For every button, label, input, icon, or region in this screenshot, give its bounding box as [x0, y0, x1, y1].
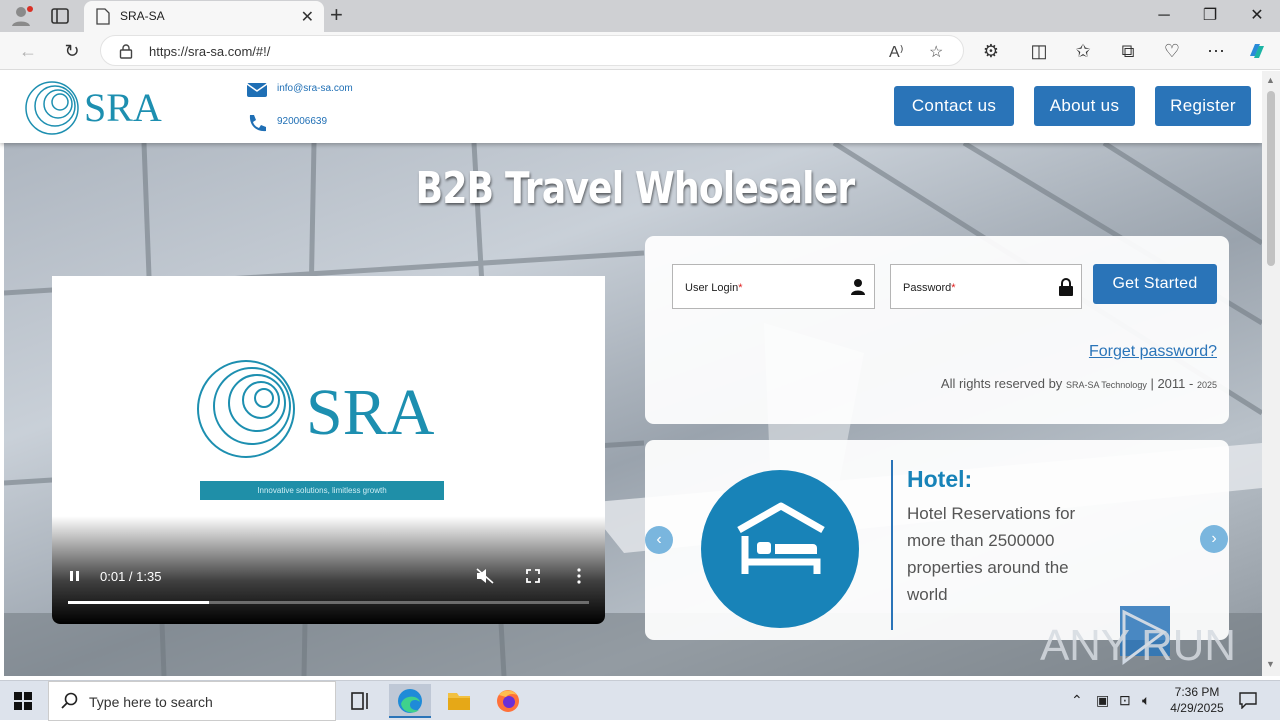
read-aloud-icon[interactable]: A⁾	[889, 42, 904, 62]
lock-icon[interactable]	[119, 43, 133, 59]
user-login-label: User Login*	[685, 282, 743, 294]
carousel-prev-arrow-icon[interactable]: ‹	[645, 526, 673, 554]
padlock-icon	[1059, 278, 1073, 296]
more-menu-icon[interactable]: ⋯	[1205, 40, 1227, 62]
video-progress-bar[interactable]	[68, 601, 589, 604]
clock-time: 7:36 PM	[1174, 685, 1220, 699]
register-button[interactable]: Register	[1155, 86, 1251, 126]
performance-icon[interactable]: ♡	[1161, 40, 1183, 62]
video-tagline: Innovative solutions, limitless growth	[200, 481, 444, 500]
url-field[interactable]: https://sra-sa.com/#!/ A⁾ ☆	[100, 35, 964, 66]
forget-password-link[interactable]: Forget password?	[1089, 343, 1217, 361]
login-card: User Login* Password* Get Started Forget…	[645, 236, 1229, 424]
hotel-bed-icon	[737, 502, 825, 574]
phone-text[interactable]: 920006639	[277, 116, 327, 127]
hero-title: B2B Travel Wholesaler	[415, 163, 856, 214]
page-icon	[96, 8, 110, 25]
favorites-icon[interactable]: ✩	[1072, 40, 1094, 62]
address-bar: ← ↻ https://sra-sa.com/#!/ A⁾ ☆ ⚙ ◫ ✩ ⧉ …	[0, 32, 1280, 70]
carousel-next-arrow-icon[interactable]: ›	[1200, 525, 1228, 553]
tab-actions-icon[interactable]	[50, 7, 70, 25]
password-field[interactable]: Password*	[890, 264, 1082, 309]
promo-video-player[interactable]: SRA Innovative solutions, limitless grow…	[52, 276, 605, 624]
web-page: SRA info@sra-sa.com 920006639 Contact us…	[0, 71, 1262, 676]
back-icon[interactable]: ←	[17, 40, 39, 62]
svg-text:SRA: SRA	[84, 85, 162, 130]
taskbar-edge-app[interactable]	[389, 684, 431, 718]
sra-logo[interactable]: SRA	[22, 77, 172, 139]
video-more-icon[interactable]	[576, 568, 582, 584]
favorite-star-icon[interactable]: ☆	[929, 42, 943, 62]
envelope-icon	[246, 83, 268, 97]
refresh-icon[interactable]: ↻	[61, 40, 83, 62]
anyrun-watermark: ANY RUN	[1040, 606, 1236, 668]
restore-icon[interactable]: ❐	[1187, 4, 1233, 28]
hotel-icon-circle	[701, 470, 859, 628]
hero-section: B2B Travel Wholesaler SRA Innovative sol…	[4, 143, 1262, 676]
volume-icon[interactable]: 🔈︎	[1142, 692, 1150, 709]
task-view-icon[interactable]	[340, 684, 382, 718]
service-divider	[891, 460, 893, 630]
profile-icon[interactable]	[10, 5, 34, 27]
split-screen-icon[interactable]: ◫	[1028, 40, 1050, 62]
password-label: Password*	[903, 282, 956, 294]
windows-taskbar: Type here to search ⌃ ▣ ⊡ 🔈︎ 7:36 PM 4/2…	[0, 680, 1280, 721]
tray-overflow-icon[interactable]: ⌃	[1071, 692, 1083, 709]
fullscreen-icon[interactable]	[526, 569, 540, 583]
search-placeholder: Type here to search	[89, 694, 213, 710]
service-title: Hotel:	[907, 466, 973, 492]
site-header: SRA info@sra-sa.com 920006639 Contact us…	[0, 71, 1262, 143]
contact-us-button[interactable]: Contact us	[894, 86, 1014, 126]
svg-text:SRA: SRA	[306, 376, 435, 449]
tab-sra-sa[interactable]: SRA-SA ✕	[84, 1, 324, 32]
url-text: https://sra-sa.com/#!/	[149, 44, 271, 59]
tab-title: SRA-SA	[120, 9, 165, 23]
svg-text:ANY RUN: ANY RUN	[1040, 621, 1236, 668]
copilot-icon[interactable]	[1246, 40, 1268, 62]
user-login-field[interactable]: User Login*	[672, 264, 875, 309]
browser-titlebar: SRA-SA ✕ + ─ ❐ ✕	[0, 0, 1280, 32]
email-text[interactable]: info@sra-sa.com	[277, 83, 353, 94]
tab-close-icon[interactable]: ✕	[301, 7, 314, 27]
phone-icon	[249, 115, 266, 132]
taskbar-clock[interactable]: 7:36 PM 4/29/2025	[1162, 684, 1232, 716]
extensions-icon[interactable]: ⚙	[980, 40, 1002, 62]
muted-icon[interactable]	[476, 568, 494, 584]
network-icon[interactable]: ⊡	[1119, 692, 1131, 709]
taskbar-search-box[interactable]: Type here to search	[48, 681, 336, 721]
copyright-text: All rights reserved by SRA-SA Technology…	[940, 376, 1217, 391]
tray-device-icon[interactable]: ▣	[1096, 692, 1109, 709]
file-explorer-icon[interactable]	[438, 684, 480, 718]
edge-icon	[398, 689, 422, 713]
windows-start-icon[interactable]	[14, 692, 32, 710]
search-icon	[61, 692, 78, 709]
video-sra-logo: SRA	[197, 360, 435, 458]
pause-icon[interactable]	[69, 570, 81, 582]
service-description: Hotel Reservations for more than 2500000…	[907, 504, 1076, 604]
get-started-button[interactable]: Get Started	[1093, 264, 1217, 304]
scroll-thumb[interactable]	[1267, 91, 1275, 266]
about-us-button[interactable]: About us	[1034, 86, 1135, 126]
firefox-icon[interactable]	[487, 684, 529, 718]
new-tab-icon[interactable]: +	[330, 2, 343, 28]
minimize-icon[interactable]: ─	[1141, 4, 1187, 28]
clock-date: 4/29/2025	[1170, 701, 1224, 715]
user-icon	[851, 279, 865, 295]
scroll-up-icon[interactable]: ▲	[1266, 75, 1275, 85]
notifications-icon[interactable]	[1239, 691, 1257, 709]
page-scrollbar[interactable]: ▲ ▼	[1262, 71, 1280, 676]
video-time: 0:01 / 1:35	[100, 569, 162, 584]
close-window-icon[interactable]: ✕	[1234, 4, 1280, 28]
collections-icon[interactable]: ⧉	[1117, 40, 1139, 62]
video-progress-fill	[68, 601, 209, 604]
scroll-down-icon[interactable]: ▼	[1266, 659, 1275, 669]
